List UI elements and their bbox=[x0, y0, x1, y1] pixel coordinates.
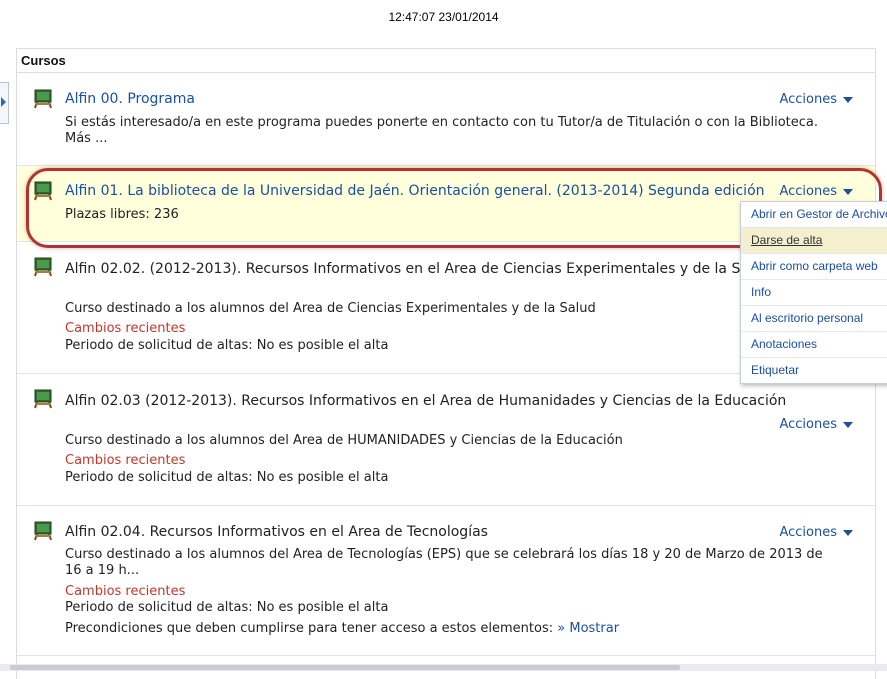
caret-down-icon bbox=[843, 529, 853, 536]
course-title: Alfin 02.04. Recursos Informativos en el… bbox=[65, 524, 488, 540]
course-title: Alfin 02.02. (2012-2013). Recursos Infor… bbox=[65, 261, 771, 277]
course-description-cont: 16 a 19 h... bbox=[65, 563, 140, 578]
enrollment-period: Periodo de solicitud de altas: No es pos… bbox=[65, 338, 389, 353]
arrow-right-icon bbox=[1, 97, 6, 107]
caret-down-icon bbox=[843, 421, 853, 428]
course-item: Alfin 02.04. Recursos Informativos en el… bbox=[17, 506, 875, 656]
enrollment-period: Periodo de solicitud de altas: No es pos… bbox=[65, 600, 389, 615]
actions-dropdown[interactable]: Acciones bbox=[779, 525, 853, 540]
menu-item-info[interactable]: Info bbox=[741, 280, 887, 306]
caret-down-icon bbox=[843, 188, 853, 195]
side-panel-toggle[interactable] bbox=[0, 82, 9, 124]
actions-label: Acciones bbox=[779, 184, 837, 199]
course-description: Curso destinado a los alumnos del Area d… bbox=[65, 301, 596, 316]
actions-dropdown[interactable]: Acciones bbox=[779, 92, 853, 107]
free-places: Plazas libres: 236 bbox=[65, 207, 179, 222]
course-board-icon bbox=[34, 389, 52, 409]
menu-item-tag[interactable]: Etiquetar bbox=[741, 358, 887, 383]
actions-label: Acciones bbox=[779, 92, 837, 107]
actions-label: Acciones bbox=[779, 525, 837, 540]
course-description: Curso destinado a los alumnos del Area d… bbox=[65, 547, 823, 562]
menu-item-open-webfolder[interactable]: Abrir como carpeta web bbox=[741, 254, 887, 280]
course-board-icon bbox=[34, 181, 52, 201]
recent-changes-link[interactable]: Cambios recientes bbox=[65, 453, 185, 468]
actions-dropdown[interactable]: Acciones bbox=[779, 417, 853, 432]
horizontal-scrollbar[interactable] bbox=[0, 664, 887, 671]
menu-item-annotations[interactable]: Anotaciones bbox=[741, 332, 887, 358]
course-item: Alfin 00. Programa Acciones Si estás int… bbox=[17, 74, 875, 166]
caret-down-icon bbox=[843, 96, 853, 103]
enrollment-period: Periodo de solicitud de altas: No es pos… bbox=[65, 470, 389, 485]
preconditions: Precondiciones que deben cumplirse para … bbox=[65, 621, 619, 636]
scrollbar-thumb[interactable] bbox=[10, 665, 680, 670]
course-title: Alfin 02.03 (2012-2013). Recursos Inform… bbox=[65, 393, 787, 409]
course-title-link[interactable]: Alfin 01. La biblioteca de la Universida… bbox=[65, 183, 765, 199]
course-description-more: Más ... bbox=[65, 131, 108, 146]
timestamp: 12:47:07 23/01/2014 bbox=[388, 10, 499, 24]
course-item: Alfin 02.03 (2012-2013). Recursos Inform… bbox=[17, 374, 875, 506]
panel-header: Cursos bbox=[17, 49, 875, 73]
course-board-icon bbox=[34, 89, 52, 109]
course-description: Curso destinado a los alumnos del Area d… bbox=[65, 433, 623, 448]
course-board-icon bbox=[34, 257, 52, 277]
recent-changes-link[interactable]: Cambios recientes bbox=[65, 321, 185, 336]
actions-label: Acciones bbox=[779, 417, 837, 432]
recent-changes-link[interactable]: Cambios recientes bbox=[65, 584, 185, 599]
menu-item-open-file-manager[interactable]: Abrir en Gestor de Archivos bbox=[741, 202, 887, 228]
menu-item-personal-desktop[interactable]: Al escritorio personal bbox=[741, 306, 887, 332]
actions-menu: Abrir en Gestor de Archivos Darse de alt… bbox=[740, 201, 887, 384]
course-title-link[interactable]: Alfin 00. Programa bbox=[65, 91, 195, 107]
show-link[interactable]: » Mostrar bbox=[557, 621, 619, 636]
menu-item-enroll[interactable]: Darse de alta bbox=[741, 228, 887, 254]
preconditions-text: Precondiciones que deben cumplirse para … bbox=[65, 621, 554, 636]
course-board-icon bbox=[34, 521, 52, 541]
actions-dropdown[interactable]: Acciones bbox=[779, 184, 853, 199]
course-description: Si estás interesado/a en este programa p… bbox=[65, 115, 819, 130]
